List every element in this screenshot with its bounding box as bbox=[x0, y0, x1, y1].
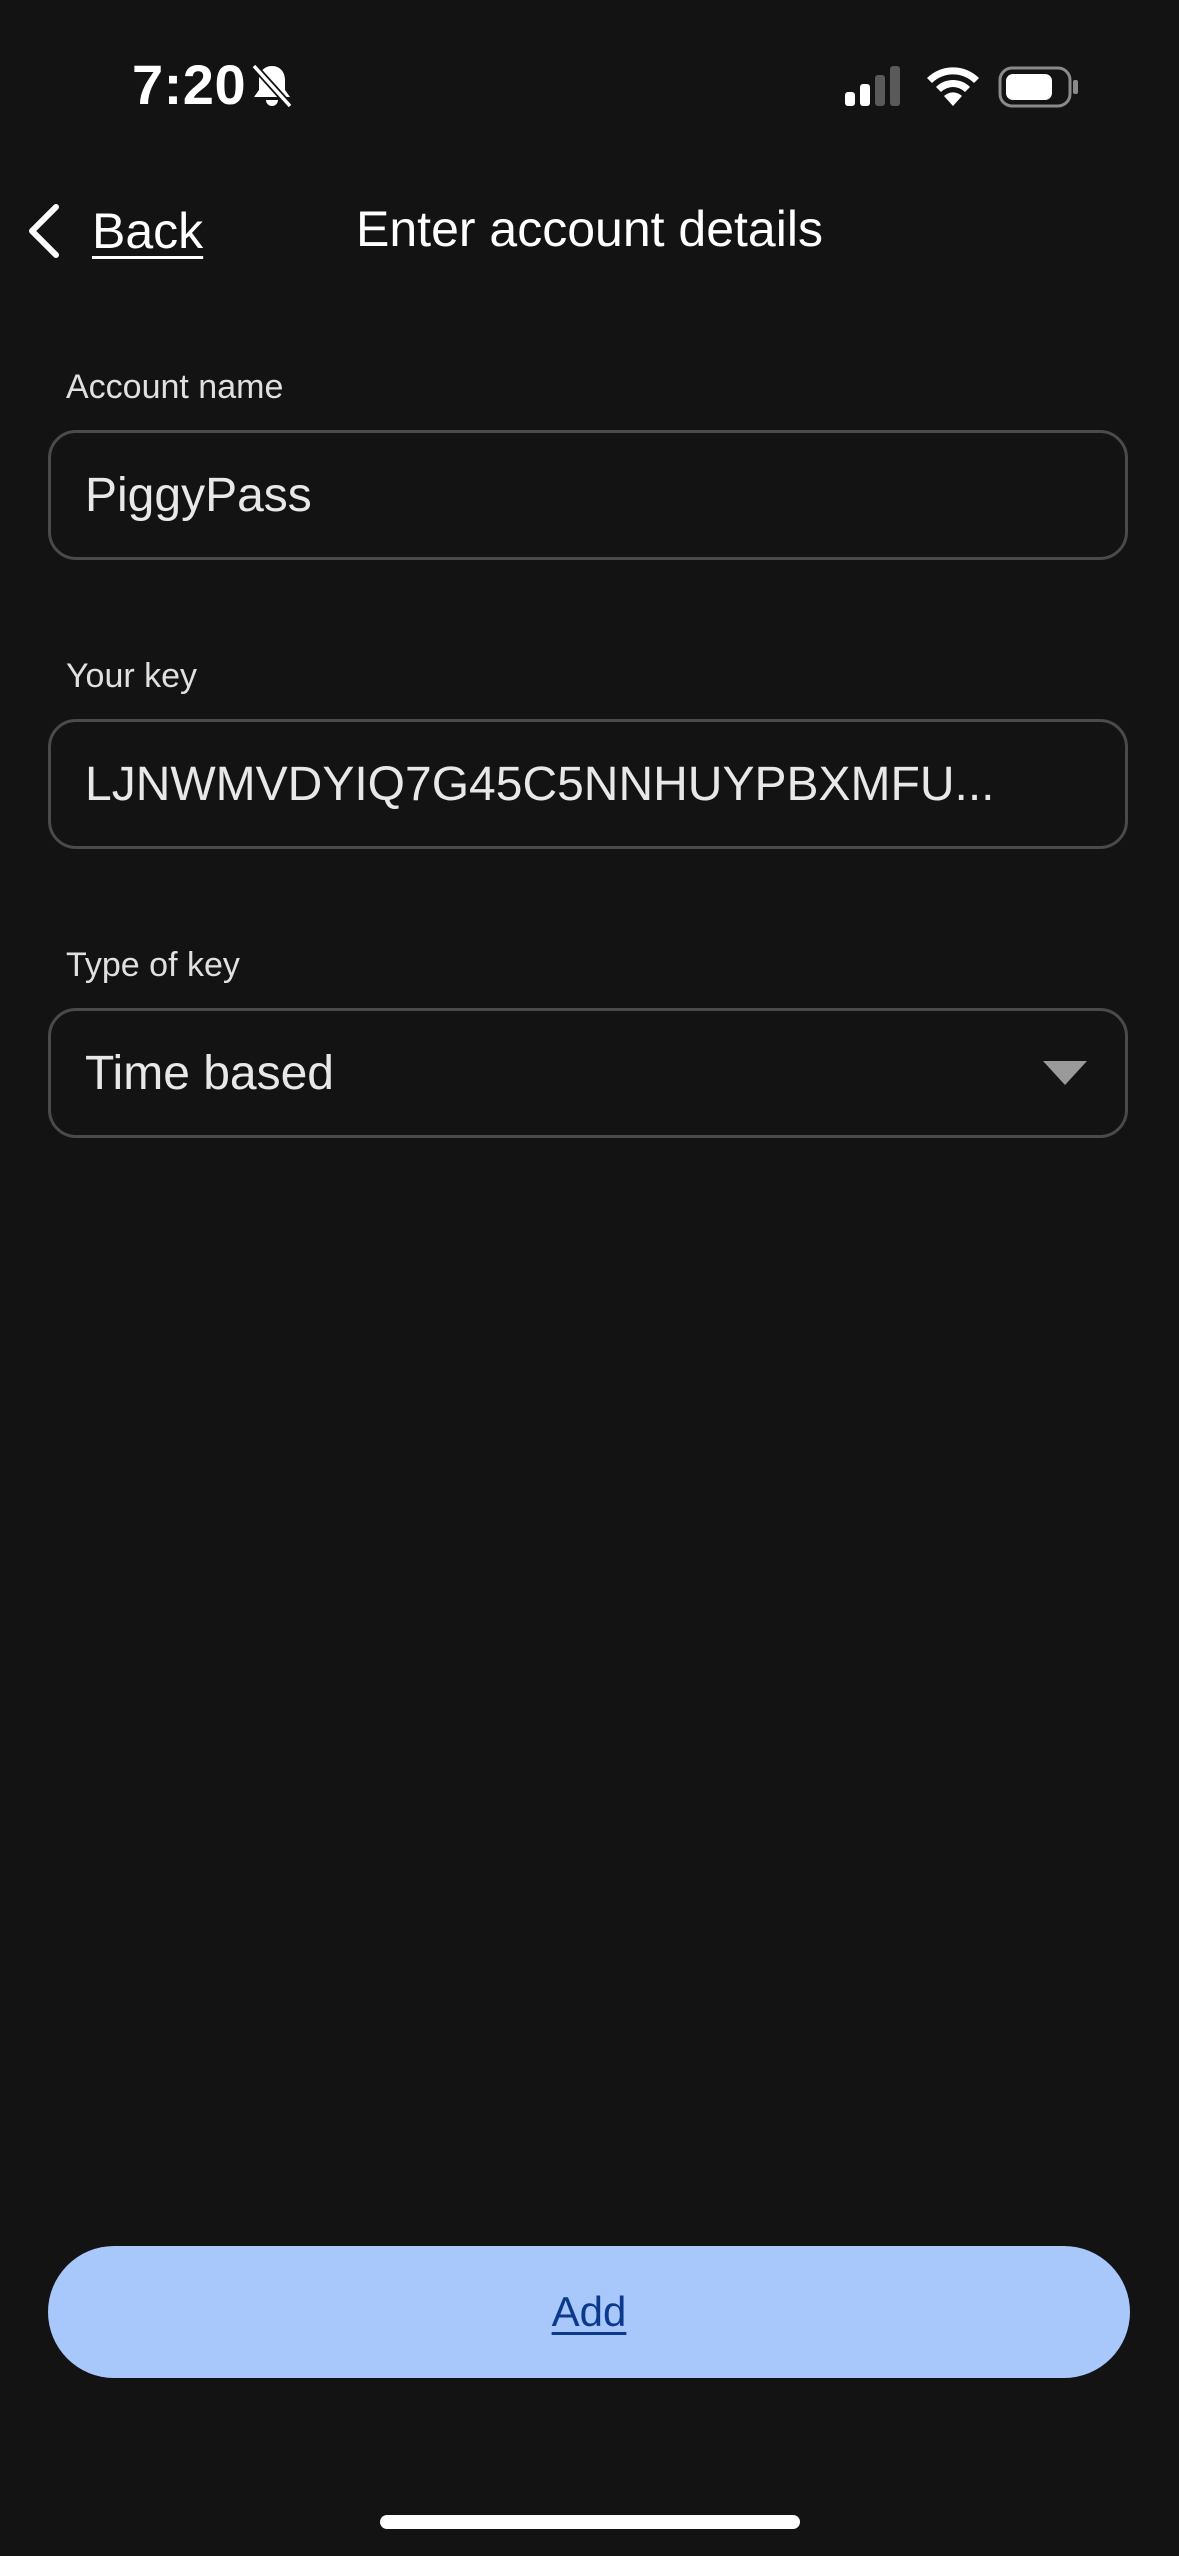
page-title: Enter account details bbox=[356, 201, 823, 257]
key-value: LJNWMVDYIQ7G45C5NNHUYPBXMFU... bbox=[85, 757, 995, 811]
key-label: Your key bbox=[66, 657, 198, 695]
key-field[interactable]: LJNWMVDYIQ7G45C5NNHUYPBXMFU... bbox=[48, 719, 1128, 849]
add-button[interactable]: Add bbox=[48, 2246, 1130, 2378]
wifi-icon bbox=[927, 67, 979, 106]
bell-slash-icon bbox=[251, 63, 293, 109]
home-indicator[interactable] bbox=[380, 2515, 800, 2529]
cellular-signal-icon bbox=[845, 66, 900, 106]
account-name-value: PiggyPass bbox=[85, 468, 312, 522]
header: Back Enter account details bbox=[0, 180, 1179, 280]
account-name-label: Account name bbox=[66, 368, 284, 406]
battery-icon bbox=[998, 66, 1078, 108]
dropdown-arrow-icon bbox=[1043, 1061, 1087, 1085]
key-type-dropdown[interactable]: Time based bbox=[48, 1008, 1128, 1138]
account-name-field[interactable]: PiggyPass bbox=[48, 430, 1128, 560]
key-type-label: Type of key bbox=[66, 946, 240, 984]
status-bar: 7:20 bbox=[0, 0, 1179, 180]
status-time: 7:20 bbox=[132, 53, 247, 116]
key-type-value: Time based bbox=[85, 1046, 334, 1100]
add-button-label: Add bbox=[551, 2288, 627, 2335]
